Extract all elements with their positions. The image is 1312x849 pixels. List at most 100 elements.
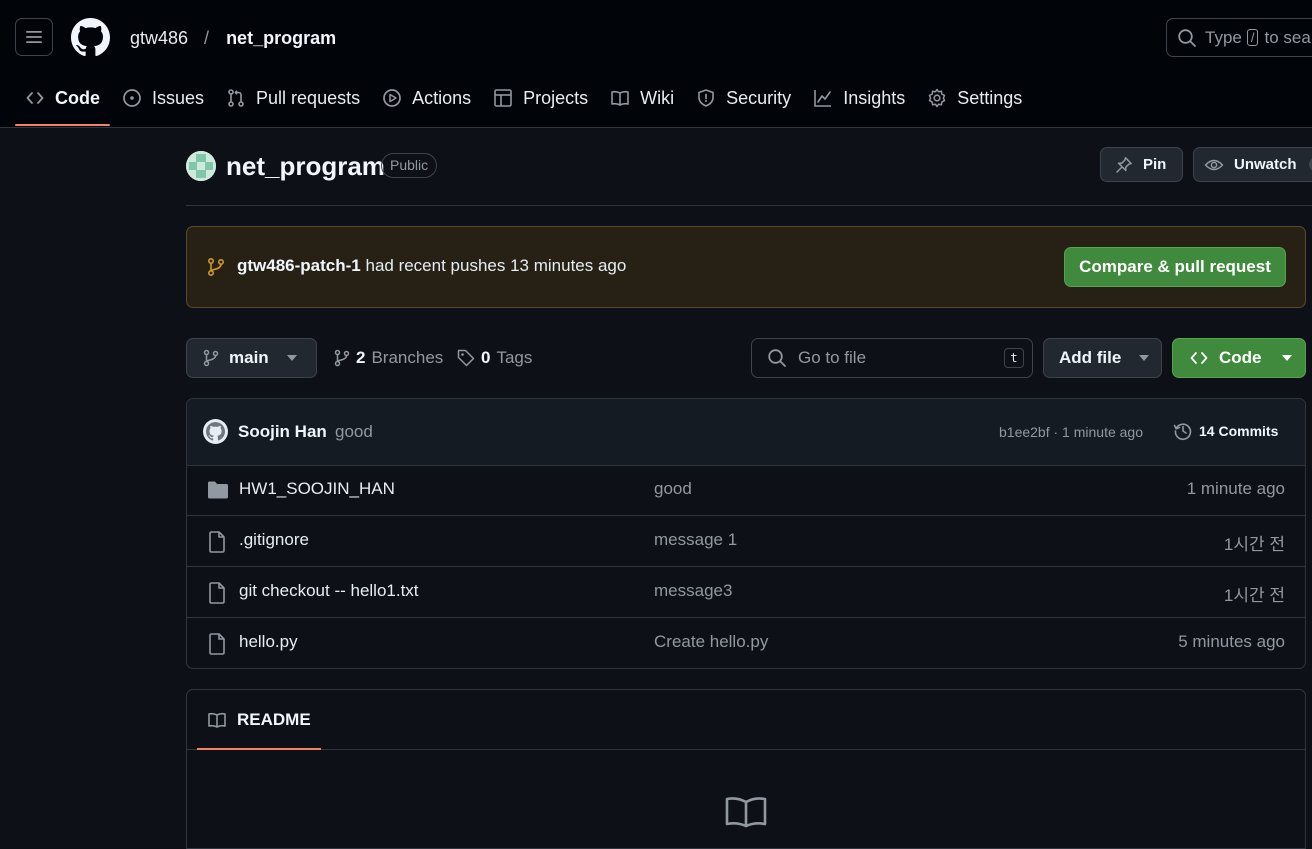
- branches-link[interactable]: 2 Branches: [334, 348, 443, 368]
- add-file-label: Add file: [1059, 348, 1122, 367]
- github-mark-icon: [206, 422, 225, 441]
- go-to-file-placeholder: Go to file: [798, 348, 867, 367]
- tab-pull-requests-label: Pull requests: [256, 87, 361, 108]
- file-commit-date: 1 minute ago: [1186, 479, 1285, 498]
- commit-author[interactable]: Soojin Han: [238, 422, 327, 442]
- avatar[interactable]: [203, 419, 228, 444]
- tab-projects[interactable]: Projects: [483, 78, 598, 118]
- compare-pull-request-button[interactable]: Compare & pull request: [1064, 247, 1286, 287]
- tab-actions[interactable]: Actions: [372, 78, 481, 118]
- breadcrumb-repo[interactable]: net_program: [226, 26, 336, 50]
- commit-sha-time[interactable]: b1ee2bf · 1 minute ago: [999, 424, 1143, 440]
- tab-pull-requests[interactable]: Pull requests: [216, 78, 370, 118]
- code-icon: [26, 92, 44, 104]
- file-commit-message[interactable]: good: [654, 479, 692, 499]
- folder-icon: [208, 481, 228, 499]
- repo-owner-avatar[interactable]: [186, 151, 216, 181]
- search-icon: [1178, 28, 1196, 47]
- menu-button[interactable]: [15, 18, 53, 56]
- global-header: gtw486 / net_program Type / to sea Code …: [0, 0, 1312, 128]
- unwatch-button-label: Unwatch: [1234, 156, 1297, 173]
- issue-opened-icon: [123, 89, 141, 107]
- file-commit-message[interactable]: message3: [654, 581, 732, 601]
- breadcrumb-separator: /: [204, 28, 210, 48]
- tab-code[interactable]: Code: [15, 78, 110, 126]
- history-icon: [1173, 423, 1192, 440]
- pin-button[interactable]: Pin: [1100, 147, 1183, 182]
- file-row[interactable]: hello.py Create hello.py 5 minutes ago: [187, 618, 1305, 668]
- readme-panel: README: [186, 689, 1306, 849]
- branches-label: Branches: [371, 348, 444, 367]
- recent-push-text: had recent pushes 13 minutes ago: [365, 256, 627, 275]
- tab-actions-label: Actions: [412, 87, 472, 108]
- file-commit-date: 1시간 전: [1223, 586, 1285, 605]
- branch-selector[interactable]: main: [186, 338, 317, 378]
- tab-security-label: Security: [726, 87, 792, 108]
- git-branch-icon: [203, 349, 219, 367]
- search-placeholder-suffix: to sea: [1264, 27, 1311, 47]
- file-icon: [209, 582, 225, 604]
- tab-code-label: Code: [55, 87, 100, 108]
- unwatch-button[interactable]: Unwatch 1: [1193, 147, 1312, 182]
- file-row[interactable]: .gitignore message 1 1시간 전: [187, 516, 1305, 567]
- file-icon: [209, 633, 225, 655]
- commits-history-link[interactable]: 14 Commits: [1173, 421, 1278, 441]
- code-icon: [1190, 352, 1208, 364]
- tab-wiki-label: Wiki: [640, 87, 675, 108]
- recent-push-message: gtw486-patch-1 had recent pushes 13 minu…: [237, 256, 626, 276]
- file-commit-message[interactable]: message 1: [654, 530, 737, 550]
- readme-tab-label: README: [237, 709, 311, 729]
- tab-readme[interactable]: README: [197, 690, 321, 750]
- repo-nav: Code Issues Pull requests Actions Projec…: [15, 78, 1034, 126]
- file-name[interactable]: git checkout -- hello1.txt: [239, 581, 419, 601]
- watch-count: 1: [1308, 157, 1312, 172]
- file-commit-message[interactable]: Create hello.py: [654, 632, 768, 652]
- triangle-down-icon: [1139, 355, 1150, 361]
- pin-button-label: Pin: [1143, 156, 1167, 173]
- file-commit-date: 1시간 전: [1223, 535, 1285, 554]
- file-row[interactable]: HW1_SOOJIN_HAN good 1 minute ago: [187, 465, 1305, 516]
- tab-issues-label: Issues: [152, 87, 205, 108]
- commit-message[interactable]: good: [335, 422, 373, 442]
- global-search-input[interactable]: Type / to sea: [1166, 18, 1312, 57]
- book-icon: [611, 90, 629, 106]
- code-dropdown-button[interactable]: Code: [1172, 338, 1306, 378]
- book-icon: [208, 712, 226, 728]
- file-name[interactable]: .gitignore: [239, 530, 309, 550]
- shield-icon: [698, 89, 714, 107]
- tab-issues[interactable]: Issues: [112, 78, 214, 118]
- tab-insights[interactable]: Insights: [803, 78, 915, 118]
- triangle-down-icon: [286, 355, 297, 361]
- breadcrumb-owner[interactable]: gtw486: [130, 26, 188, 50]
- tab-wiki[interactable]: Wiki: [600, 78, 684, 118]
- tab-security[interactable]: Security: [686, 78, 801, 118]
- go-to-file-shortcut: t: [1004, 348, 1024, 368]
- graph-icon: [814, 90, 832, 107]
- recent-push-banner: gtw486-patch-1 had recent pushes 13 minu…: [186, 226, 1306, 308]
- search-shortcut-key: /: [1246, 29, 1259, 46]
- tab-projects-label: Projects: [523, 87, 589, 108]
- tab-settings-label: Settings: [957, 87, 1023, 108]
- go-to-file-input[interactable]: Go to file t: [751, 338, 1033, 378]
- play-icon: [383, 89, 401, 107]
- search-icon: [768, 349, 786, 367]
- branches-count: 2: [356, 348, 366, 367]
- commits-count-label: 14 Commits: [1199, 423, 1279, 439]
- git-branch-icon: [207, 257, 225, 277]
- eye-icon: [1204, 159, 1224, 170]
- tags-label: Tags: [496, 348, 533, 367]
- recent-push-branch[interactable]: gtw486-patch-1: [237, 256, 361, 275]
- repo-title[interactable]: net_program: [226, 150, 385, 182]
- file-name[interactable]: HW1_SOOJIN_HAN: [239, 479, 395, 499]
- tab-settings[interactable]: Settings: [917, 78, 1032, 118]
- code-button-label: Code: [1219, 348, 1262, 367]
- readme-header: README: [187, 690, 1305, 750]
- add-file-button[interactable]: Add file: [1043, 338, 1162, 378]
- file-row[interactable]: git checkout -- hello1.txt message3 1시간 …: [187, 567, 1305, 618]
- breadcrumb: gtw486 / net_program: [130, 26, 336, 50]
- github-logo-icon[interactable]: [71, 18, 110, 57]
- tags-link[interactable]: 0 Tags: [457, 348, 532, 368]
- search-placeholder-prefix: Type: [1205, 27, 1242, 47]
- file-name[interactable]: hello.py: [239, 632, 298, 652]
- hamburger-icon: [26, 31, 42, 43]
